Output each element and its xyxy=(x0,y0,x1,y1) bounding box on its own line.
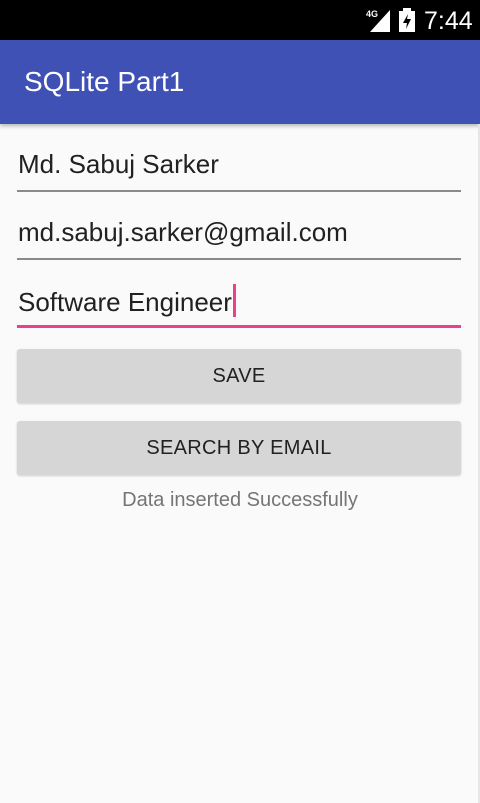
job-title-field-underline xyxy=(17,325,461,328)
network-type-label: 4G xyxy=(366,9,378,19)
save-button[interactable]: SAVE xyxy=(17,349,461,403)
name-field-underline xyxy=(17,190,461,192)
signal-icon: 4G xyxy=(366,9,390,32)
status-time: 7:44 xyxy=(424,7,473,35)
email-field-value: md.sabuj.sarker@gmail.com xyxy=(18,217,348,247)
name-field-value: Md. Sabuj Sarker xyxy=(18,149,219,179)
status-message: Data inserted Successfully xyxy=(122,489,358,511)
search-by-email-button[interactable]: SEARCH BY EMAIL xyxy=(17,421,461,475)
email-field-underline xyxy=(17,258,461,260)
email-field[interactable]: md.sabuj.sarker@gmail.com xyxy=(17,212,461,260)
text-cursor xyxy=(232,284,236,317)
job-title-field-value: Software Engineer xyxy=(18,287,232,317)
status-bar: 4G 7:44 xyxy=(0,0,480,40)
app-screen: 4G 7:44 SQLite Part1 Md. Sabuj Sarker md… xyxy=(0,0,480,803)
battery-charging-icon xyxy=(399,8,415,32)
job-title-field[interactable]: Software Engineer xyxy=(17,280,461,328)
app-toolbar: SQLite Part1 xyxy=(0,40,480,124)
toolbar-title: SQLite Part1 xyxy=(24,66,185,97)
job-title-field-text: Software Engineer xyxy=(18,284,236,318)
name-field[interactable]: Md. Sabuj Sarker xyxy=(17,144,461,192)
